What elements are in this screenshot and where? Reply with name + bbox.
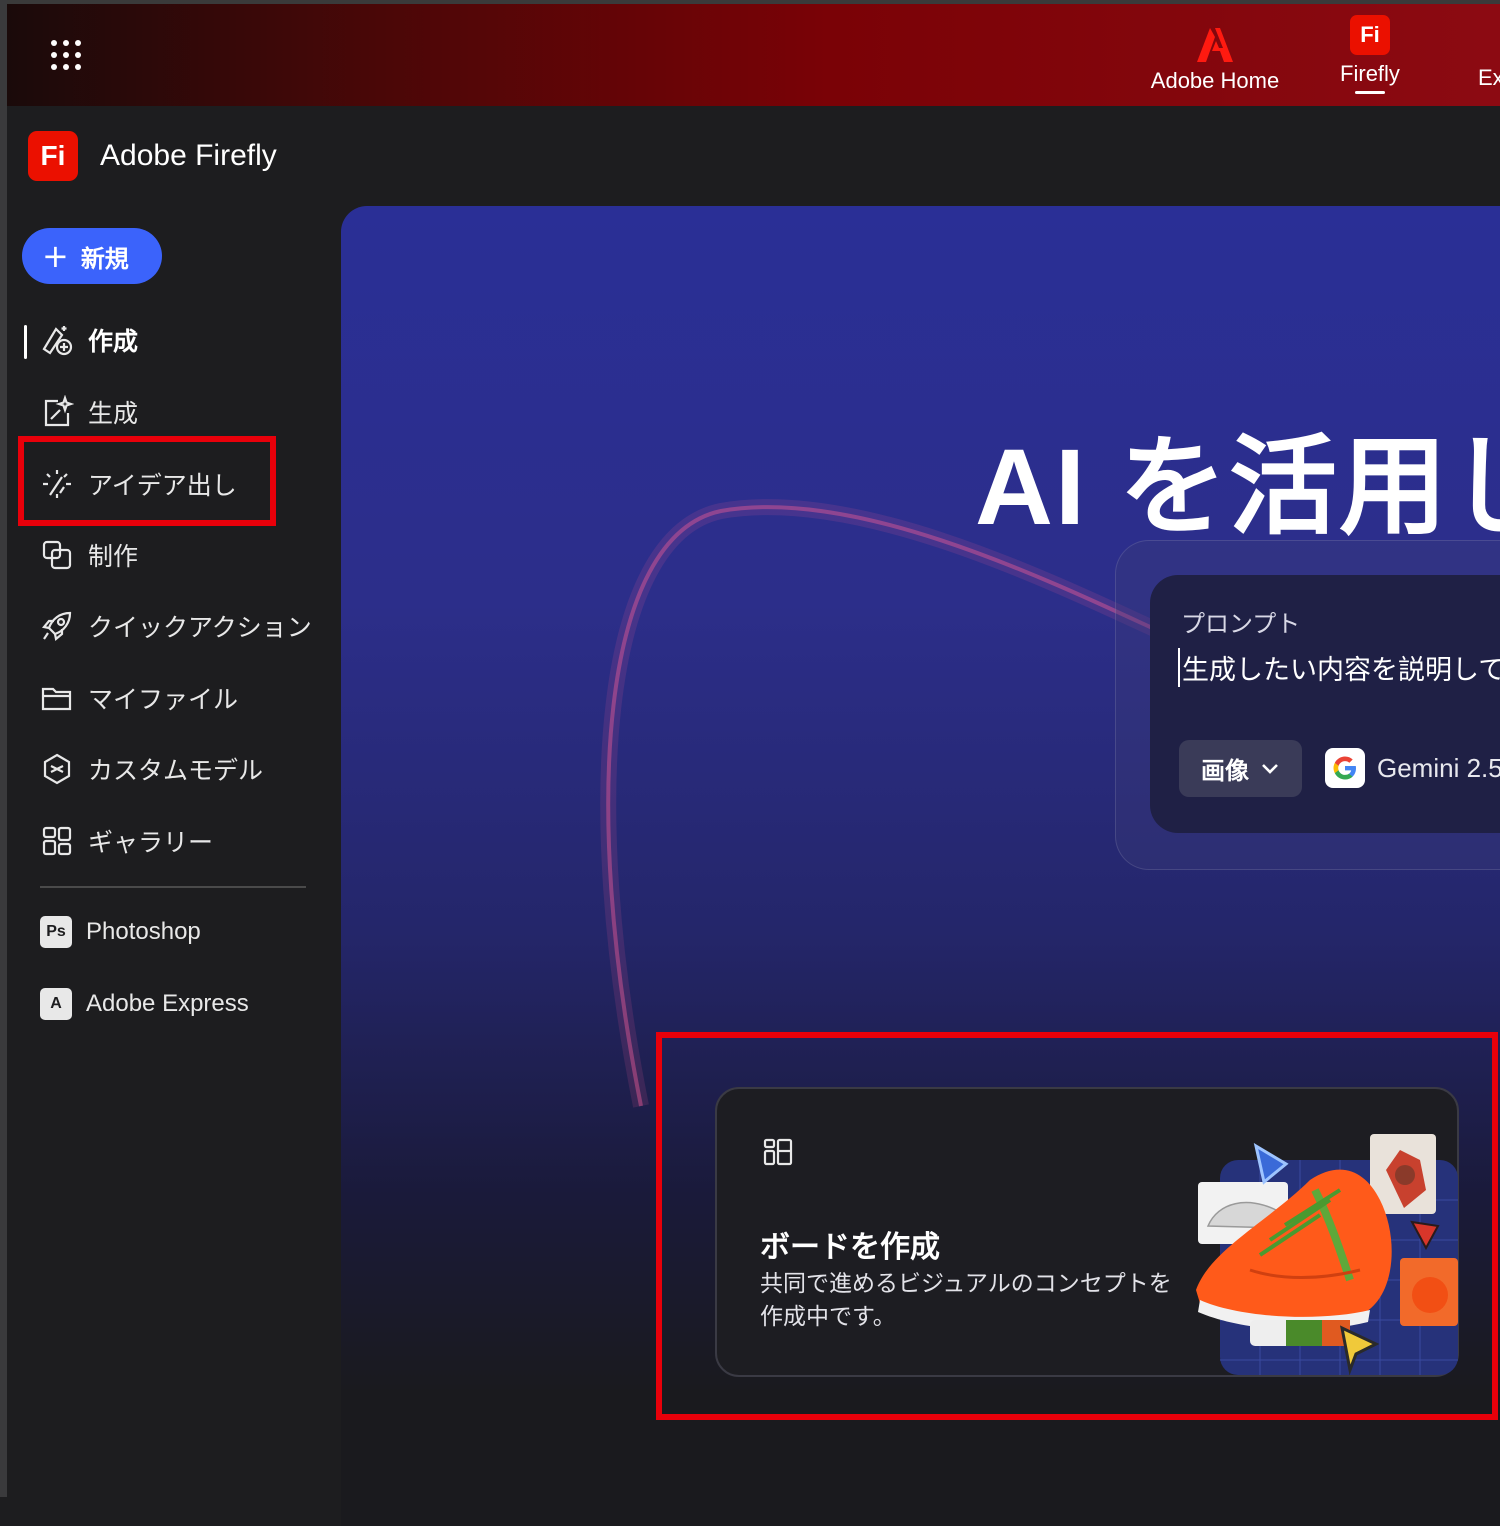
- active-nav-indicator: [24, 325, 27, 359]
- generate-icon: [44, 395, 74, 427]
- sidebar-item-gallery[interactable]: ギャラリー: [40, 818, 213, 864]
- sidebar-item-custom-models[interactable]: カスタムモデル: [40, 746, 263, 792]
- new-button[interactable]: + 新規: [22, 228, 162, 284]
- sidebar-item-label: マイファイル: [88, 685, 239, 714]
- create-icon: [42, 326, 73, 356]
- model-selector[interactable]: Gemini 2.5: [1325, 748, 1500, 788]
- model-name: Gemini 2.5: [1377, 752, 1500, 783]
- prompt-input[interactable]: 生成したい内容を説明して: [1178, 648, 1500, 687]
- highlight-box-ideation: [18, 436, 276, 526]
- chevron-down-icon: [1262, 763, 1278, 774]
- window-edge: [0, 0, 7, 1497]
- folder-icon: [41, 687, 72, 711]
- google-logo-icon: [1325, 748, 1365, 788]
- firefly-app-logo: Fi: [28, 131, 78, 181]
- firefly-logo-icon: Fi: [1350, 15, 1390, 55]
- custom-model-icon: [43, 753, 71, 785]
- rocket-icon: [41, 611, 72, 642]
- app-title: Adobe Firefly: [100, 139, 277, 172]
- sidebar-item-label: 生成: [88, 399, 139, 428]
- app-switcher-icon[interactable]: [49, 38, 83, 72]
- sidebar-item-photoshop[interactable]: Ps Photoshop: [40, 909, 201, 955]
- content-type-dropdown[interactable]: 画像: [1179, 740, 1302, 797]
- sidebar-item-label: Adobe Express: [86, 990, 249, 1017]
- sidebar-item-adobe-express[interactable]: A Adobe Express: [40, 981, 249, 1027]
- photoshop-icon: Ps: [40, 916, 72, 948]
- sidebar-divider: [40, 886, 306, 888]
- content-type-value: 画像: [1201, 757, 1249, 785]
- active-tab-indicator: [1355, 91, 1385, 94]
- sidebar-item-label: カスタムモデル: [88, 756, 264, 785]
- prompt-label: プロンプト: [1181, 610, 1301, 638]
- nav-firefly-label: Firefly: [1340, 61, 1400, 86]
- sidebar-item-quick-actions[interactable]: クイックアクション: [40, 603, 312, 649]
- highlight-box-board-card: [656, 1032, 1498, 1420]
- sidebar-item-production[interactable]: 制作: [40, 532, 138, 578]
- sidebar-item-label: 制作: [88, 542, 139, 571]
- nav-adobe-home-label: Adobe Home: [1150, 68, 1280, 93]
- production-icon: [42, 540, 72, 570]
- sidebar-item-create[interactable]: 作成: [40, 317, 138, 363]
- new-button-label: 新規: [80, 244, 129, 273]
- sidebar-item-label: クイックアクション: [88, 613, 312, 642]
- sidebar-item-my-files[interactable]: マイファイル: [40, 675, 238, 721]
- adobe-logo-icon: [1197, 28, 1233, 62]
- sidebar-item-generate[interactable]: 生成: [40, 389, 138, 435]
- hero-headline: AI を活用し: [975, 426, 1500, 547]
- plus-icon: +: [42, 237, 69, 275]
- gallery-icon: [42, 826, 72, 856]
- sidebar-item-label: 作成: [88, 327, 139, 356]
- sidebar-item-label: Photoshop: [86, 918, 201, 945]
- nav-ex-label: Ex: [1478, 65, 1500, 90]
- nav-ex[interactable]: Ex: [1478, 0, 1500, 106]
- nav-adobe-home[interactable]: Adobe Home: [1145, 0, 1285, 106]
- nav-firefly[interactable]: Fi Firefly: [1325, 0, 1415, 106]
- brand-header[interactable]: Fi Adobe Firefly: [28, 131, 277, 181]
- adobe-express-icon: A: [40, 988, 72, 1020]
- sidebar-item-label: ギャラリー: [88, 828, 214, 857]
